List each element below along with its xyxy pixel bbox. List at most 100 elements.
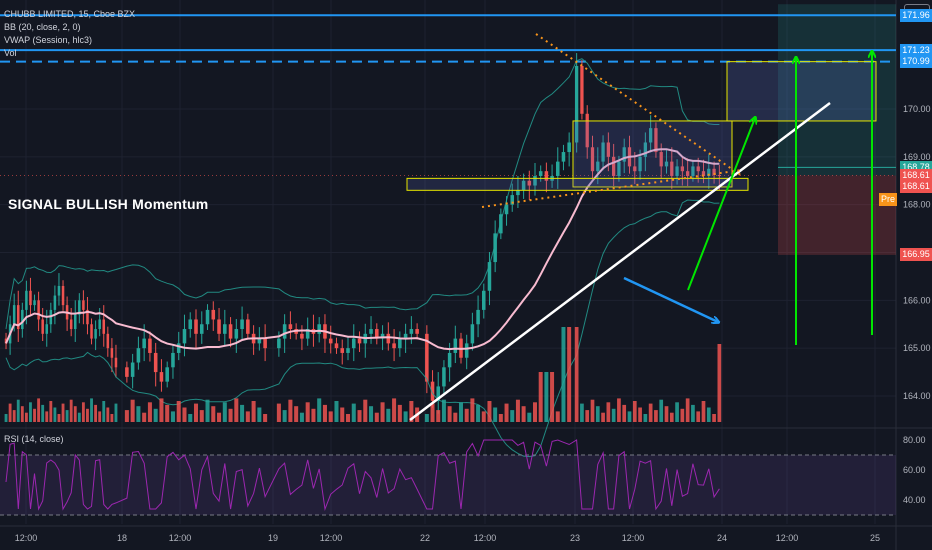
candle-body [205, 309, 210, 325]
candle-body [57, 285, 61, 296]
volume-bar [436, 410, 441, 422]
volume-bar [706, 407, 711, 422]
volume-bar [53, 407, 57, 422]
price-tick-label: 166.00 [903, 295, 931, 305]
volume-bar [77, 412, 81, 422]
candle-body [33, 300, 36, 306]
volume-bar [590, 399, 595, 422]
volume-bar [245, 411, 250, 422]
volume-bar [8, 403, 12, 422]
candle-body [41, 319, 44, 334]
volume-bar [664, 406, 669, 422]
volume-bar [538, 372, 543, 422]
volume-bar [654, 410, 658, 422]
volume-bar [550, 372, 555, 422]
volume-bar [380, 402, 385, 422]
candle-body [482, 290, 486, 310]
volume-bar [193, 403, 199, 422]
candle-body [561, 152, 566, 162]
volume-bar [648, 403, 653, 422]
time-tick-label: 23 [570, 533, 580, 543]
candle-body [110, 348, 114, 358]
volume-bar [106, 407, 110, 422]
price-tick-label: 165.00 [903, 343, 931, 353]
candle-body [45, 324, 49, 334]
time-tick-label: 24 [717, 533, 727, 543]
candle-body [188, 319, 193, 330]
candle-body [148, 338, 152, 353]
rsi-tick-label: 80.00 [903, 435, 926, 445]
candle-body [176, 343, 181, 353]
price-chart[interactable]: 170.00169.00168.00167.00166.00165.00164.… [0, 0, 932, 550]
volume-bar [45, 411, 49, 422]
candle-body [447, 352, 452, 368]
volume-bar [294, 406, 299, 422]
volume-bar [110, 414, 114, 422]
rsi-band [0, 455, 896, 515]
volume-bar [515, 399, 520, 422]
candle-body [516, 190, 520, 196]
candle-body [240, 319, 244, 330]
volume-bar [638, 407, 642, 422]
candle-body [398, 338, 402, 349]
volume-bar [142, 412, 147, 422]
volume-bar [81, 402, 85, 422]
volume-bar [351, 403, 356, 422]
volume-bar [464, 408, 469, 422]
candle-body [277, 338, 281, 349]
volume-bar [276, 403, 281, 422]
volume-bar [712, 414, 716, 422]
volume-bar [459, 402, 463, 422]
volume-bar [669, 412, 674, 422]
candle-body [409, 329, 414, 334]
volume-bar [16, 399, 20, 422]
candle-body [182, 329, 187, 344]
volume-bar [24, 412, 28, 422]
volume-bar [527, 412, 532, 422]
volume-bar [334, 401, 339, 422]
candle-body [357, 338, 362, 344]
volume-bar [37, 398, 41, 422]
volume-bar [606, 402, 611, 422]
candle-body [470, 324, 475, 344]
volume-bar [159, 398, 164, 422]
volume-bar [680, 408, 685, 422]
volume-bar [659, 399, 664, 422]
time-tick-label: 22 [420, 533, 430, 543]
candle-body [106, 333, 110, 349]
volume-bar [188, 414, 193, 422]
volume-bar [251, 401, 256, 422]
candle-body [386, 333, 391, 344]
vwap-legend: VWAP (Session, hlc3) [4, 35, 93, 45]
candle-body [194, 319, 198, 334]
time-tick-label: 12:00 [15, 533, 38, 543]
volume-bar [481, 411, 486, 422]
volume-bar [282, 410, 287, 422]
target-box [726, 61, 877, 122]
candle-body [199, 324, 204, 334]
volume-bar [228, 408, 233, 422]
bollinger-legend: BB (20, close, 2, 0) [4, 22, 81, 32]
volume-bar [199, 410, 204, 422]
candle-body [211, 309, 216, 320]
volume-bar [234, 398, 239, 422]
volume-bar [170, 411, 175, 422]
volume-bar [299, 412, 304, 422]
consolidation-box [572, 120, 733, 188]
candle-body [392, 343, 396, 349]
volume-bar [374, 412, 379, 422]
volume-bar [69, 399, 73, 422]
candle-body [328, 338, 333, 344]
candle-body [340, 348, 345, 353]
volume-bar [20, 406, 24, 422]
price-tag: 171.96 [900, 8, 932, 22]
volume-bar [217, 412, 222, 422]
volume-bar [322, 404, 327, 422]
support-box [406, 177, 749, 191]
candle-body [415, 329, 419, 334]
candle-body [223, 324, 227, 334]
candle-body [556, 161, 560, 176]
volume-bar [675, 402, 679, 422]
candle-body [263, 338, 267, 349]
volume-bar [611, 408, 616, 422]
